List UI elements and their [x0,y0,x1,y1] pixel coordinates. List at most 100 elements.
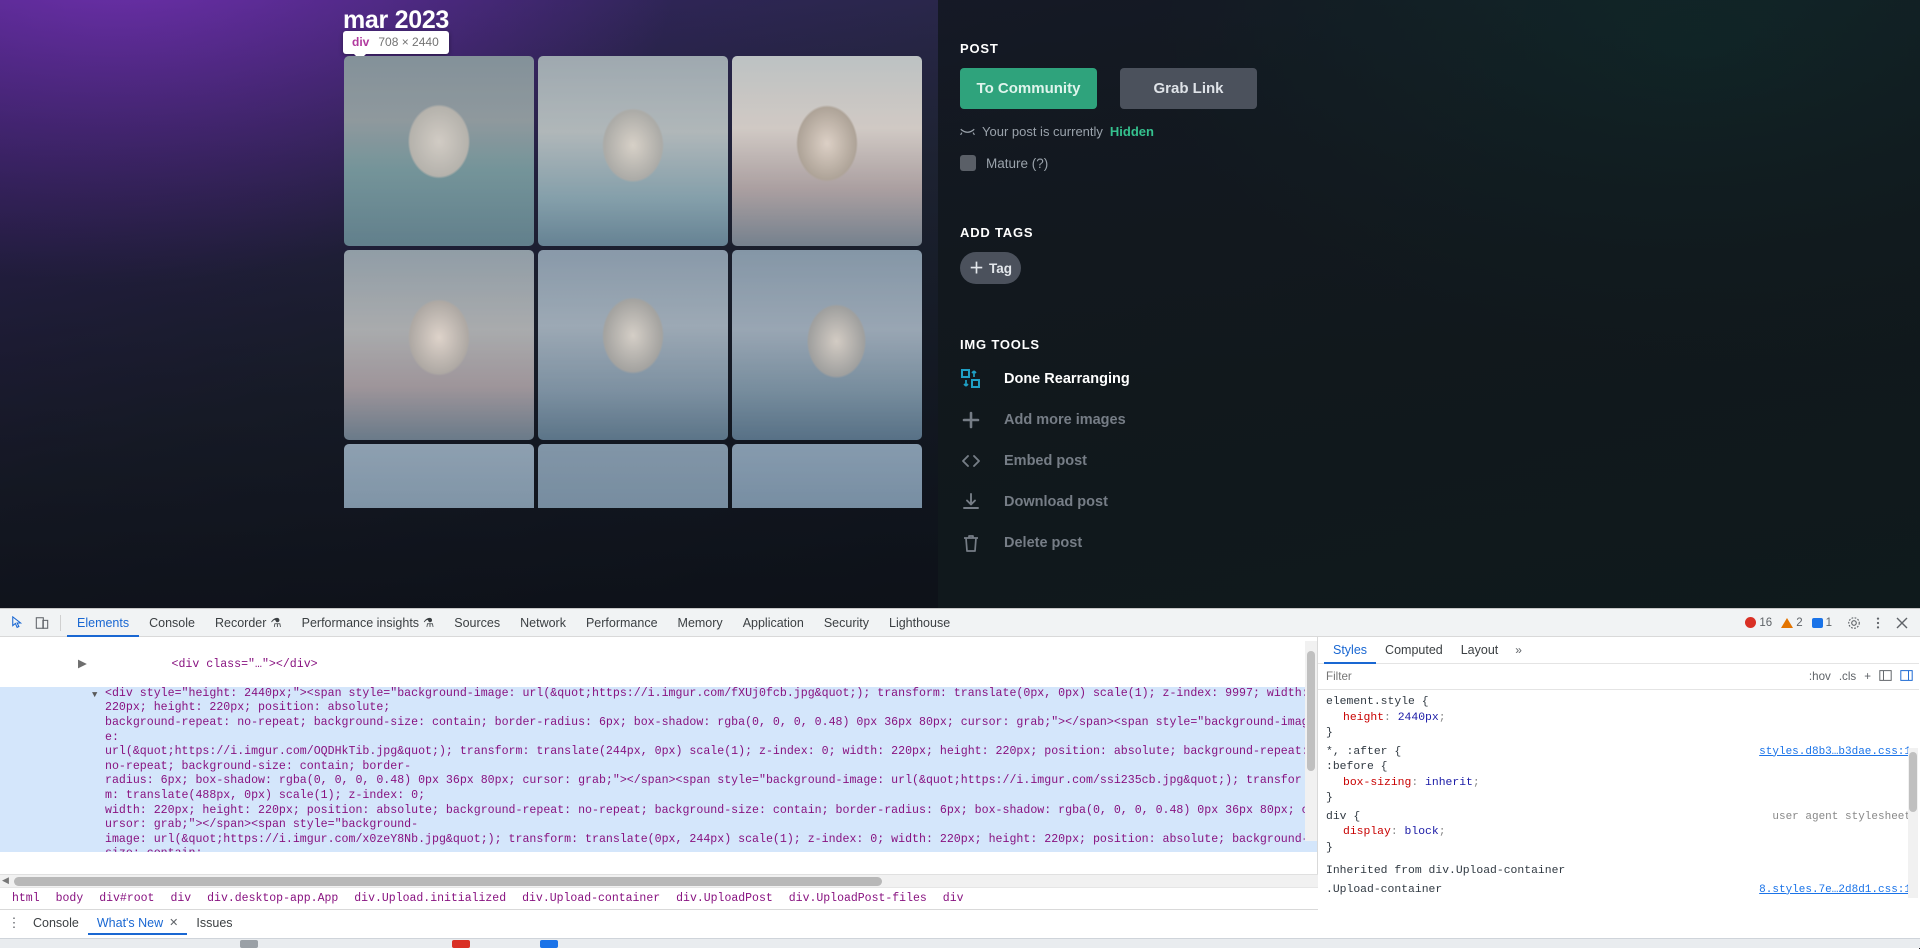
settings-gear-icon[interactable] [1842,611,1866,635]
image-tile[interactable] [344,56,534,246]
styles-tab-computed[interactable]: Computed [1376,637,1452,664]
web-app-viewport: mar 2023 div 708 × 2440 POST To Communit… [0,0,1920,608]
to-community-button[interactable]: To Community [960,68,1097,109]
add-tags-section-label: ADD TAGS [960,225,1034,240]
image-tile[interactable] [538,444,728,508]
image-tile[interactable] [732,444,922,508]
image-tile[interactable] [538,56,728,246]
message-icon [1811,617,1823,628]
style-rule-universal: styles.d8b3…b3dae.css:1 *, :after { :bef… [1326,745,1911,807]
drawer-tab-issues[interactable]: Issues [187,910,241,935]
tool-done-rearranging[interactable]: Done Rearranging [960,364,1920,394]
breadcrumb-item[interactable]: div.Upload-container [522,892,660,905]
tool-label: Download post [1004,494,1108,510]
tab-network[interactable]: Network [510,609,576,637]
breadcrumb-item[interactable]: div [943,892,964,905]
css-declaration[interactable]: display: block; [1326,825,1911,841]
hov-toggle[interactable]: :hov [1809,670,1831,683]
message-badge[interactable]: 1 [1811,617,1832,629]
drawer-tab-whats-new[interactable]: What's New ✕ [88,910,188,935]
toggle-element-state-icon[interactable] [1879,669,1892,685]
image-tile[interactable] [732,250,922,440]
css-property-value[interactable]: 2440px [1398,712,1439,724]
rule-source-link[interactable]: styles.d8b3…b3dae.css:1 [1759,745,1911,761]
breadcrumb-item[interactable]: div.Upload.initialized [354,892,506,905]
css-property-value[interactable]: inherit [1425,777,1473,789]
rule-source-link[interactable]: 8.styles.7e…2d8d1.css:1 [1759,883,1911,899]
tab-application[interactable]: Application [733,609,814,637]
tool-label: Done Rearranging [1004,371,1130,387]
drawer-menu-icon[interactable]: ⋮ [4,913,24,933]
mature-checkbox[interactable] [960,155,976,171]
styles-filter-input[interactable] [1324,669,1504,684]
elements-horizontal-scrollbar[interactable]: ◀ [0,874,1318,887]
collapse-arrow-icon[interactable]: ▼ [92,688,97,703]
styles-tab-styles[interactable]: Styles [1324,637,1376,664]
image-tile[interactable] [538,250,728,440]
warning-badge[interactable]: 2 [1781,617,1803,629]
tab-security[interactable]: Security [814,609,879,637]
tab-console[interactable]: Console [139,609,205,637]
breadcrumb-item[interactable]: div [170,892,191,905]
error-badge[interactable]: 16 [1745,617,1772,629]
scroll-left-arrow-icon[interactable]: ◀ [2,875,9,886]
image-tile[interactable] [344,444,534,508]
tool-download-post[interactable]: Download post [960,487,1920,517]
devtools-tab-strip: Elements Console Recorder ⚗ Performance i… [67,609,960,637]
styles-vertical-scrollbar[interactable] [1908,748,1918,898]
breadcrumb-item[interactable]: div.UploadPost [676,892,773,905]
tool-label: Add more images [1004,412,1126,428]
styles-tab-layout[interactable]: Layout [1452,637,1508,664]
tab-recorder[interactable]: Recorder ⚗ [205,609,292,637]
elements-panel: ▶ <div class="…"></div> ▼ <div style="heig… [0,637,1318,949]
expand-arrow-icon[interactable]: ▶ [78,658,87,673]
cls-toggle[interactable]: .cls [1839,670,1856,683]
devtools-menu-icon[interactable] [1866,611,1890,635]
add-tag-button[interactable]: ＋ Tag [960,252,1021,284]
css-declaration[interactable]: height: 2440px; [1326,711,1911,727]
breadcrumb-item[interactable]: body [56,892,84,905]
breadcrumb-item[interactable]: html [12,892,40,905]
image-tile[interactable] [732,56,922,246]
post-button-row: To Community Grab Link [960,68,1920,109]
close-icon[interactable]: ✕ [169,916,178,929]
visibility-state-text: Hidden [1109,124,1154,139]
css-property-name[interactable]: display [1343,826,1391,838]
grab-link-button[interactable]: Grab Link [1120,68,1257,109]
tool-embed-post[interactable]: Embed post [960,446,1920,476]
computed-sidebar-icon[interactable] [1900,669,1913,685]
taskbar-app-icon[interactable] [240,940,258,948]
rule-selector[interactable]: element.style { [1326,695,1911,711]
dom-line-above[interactable]: ▶ <div class="…"></div> [0,643,1317,687]
new-style-rule-button[interactable]: + [1864,670,1871,683]
tab-performance[interactable]: Performance [576,609,668,637]
drawer-tab-console[interactable]: Console [24,910,88,935]
tool-add-more-images[interactable]: Add more images [960,405,1920,435]
selected-dom-node[interactable]: ▼ <div style="height: 2440px;"><span styl… [0,686,1317,852]
rule-source-label: user agent stylesheet [1772,810,1911,823]
inspector-tooltip: div 708 × 2440 [343,31,449,60]
device-toolbar-icon[interactable] [30,611,54,635]
taskbar-app-icon[interactable] [540,940,558,948]
styles-more-tabs-icon[interactable]: » [1507,643,1530,657]
elements-vertical-scrollbar[interactable] [1305,641,1317,841]
tab-memory[interactable]: Memory [668,609,733,637]
css-property-value[interactable]: block [1405,826,1439,838]
tool-delete-post[interactable]: Delete post [960,528,1920,558]
close-devtools-icon[interactable] [1890,611,1914,635]
tab-lighthouse[interactable]: Lighthouse [879,609,960,637]
breadcrumb-item[interactable]: div.UploadPost-files [789,892,927,905]
taskbar-app-icon[interactable] [452,940,470,948]
style-rule-element-style: element.style { height: 2440px; } [1326,695,1911,742]
breadcrumb-item[interactable]: div.desktop-app.App [207,892,338,905]
css-declaration[interactable]: box-sizing: inherit; [1326,776,1911,792]
css-property-name[interactable]: box-sizing [1343,777,1411,789]
breadcrumb-item[interactable]: div#root [99,892,154,905]
tool-label: Embed post [1004,453,1087,469]
css-property-name[interactable]: height [1343,712,1384,724]
tab-elements[interactable]: Elements [67,609,139,637]
inspect-element-icon[interactable] [6,611,30,635]
tab-sources[interactable]: Sources [444,609,510,637]
tab-performance-insights[interactable]: Performance insights ⚗ [292,609,445,637]
image-tile[interactable] [344,250,534,440]
